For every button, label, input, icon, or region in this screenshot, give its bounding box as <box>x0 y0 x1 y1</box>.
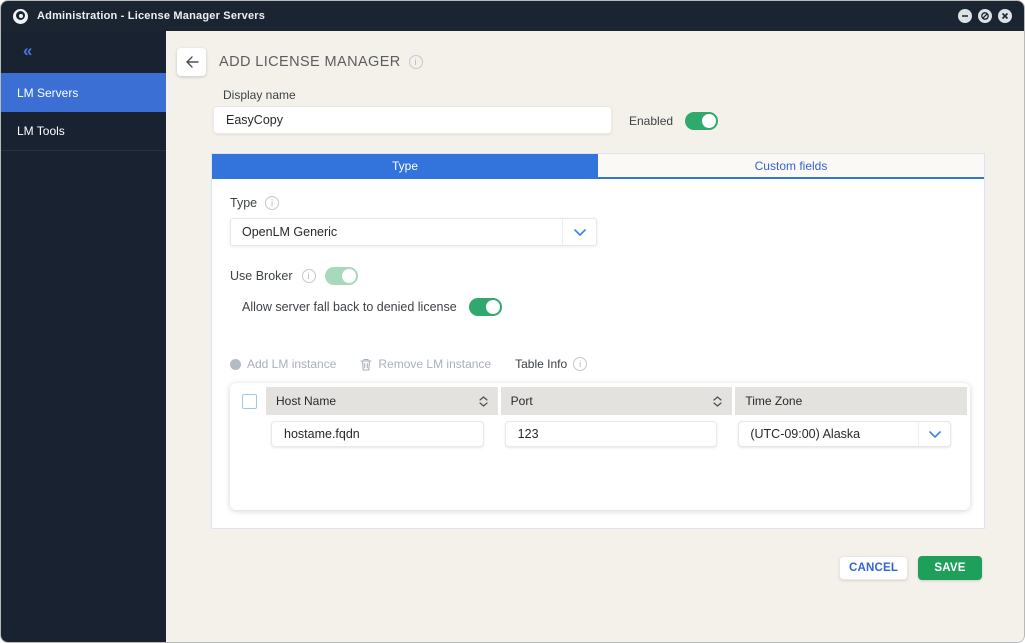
host-name-cell <box>266 421 500 447</box>
type-select[interactable]: OpenLM Generic <box>230 218 597 246</box>
toggle-knob <box>485 300 500 314</box>
window-controls <box>958 9 1012 23</box>
arrow-left-icon <box>185 56 199 68</box>
row-gutter <box>233 421 266 447</box>
close-icon[interactable] <box>998 9 1012 23</box>
info-icon[interactable] <box>408 55 423 69</box>
table-toolbar: Add LM instance Remove LM instance Table… <box>230 357 966 371</box>
enabled-label: Enabled <box>629 114 674 128</box>
sort-icon[interactable] <box>479 395 488 407</box>
display-name-input[interactable] <box>213 106 612 134</box>
maximize-icon[interactable] <box>978 9 992 23</box>
sidebar-item-lm-tools[interactable]: LM Tools <box>1 112 166 151</box>
sort-icon[interactable] <box>713 395 722 407</box>
titlebar: Administration - License Manager Servers <box>1 1 1024 31</box>
sidebar-item-lm-servers[interactable]: LM Servers <box>1 73 166 112</box>
fallback-label: Allow server fall back to denied license <box>242 300 457 314</box>
fallback-row: Allow server fall back to denied license <box>242 298 966 316</box>
time-zone-value: (UTC-09:00) Alaska <box>750 427 861 441</box>
chevron-down-icon <box>562 219 596 245</box>
back-button[interactable] <box>177 48 206 76</box>
host-name-input[interactable] <box>271 421 484 447</box>
table-info-button[interactable]: Table Info <box>515 357 588 371</box>
remove-lm-instance-button[interactable]: Remove LM instance <box>360 357 491 371</box>
info-icon[interactable] <box>265 196 280 210</box>
type-select-value: OpenLM Generic <box>242 225 338 239</box>
sidebar-item-label: LM Tools <box>17 124 65 138</box>
use-broker-toggle[interactable] <box>324 267 358 285</box>
chevron-down-icon <box>918 422 950 446</box>
column-header-time-zone[interactable]: Time Zone <box>735 387 968 415</box>
sidebar: « LM Servers LM Tools <box>1 31 166 642</box>
collapse-sidebar-icon[interactable]: « <box>1 31 166 73</box>
cancel-button[interactable]: CANCEL <box>839 556 908 580</box>
tab-type[interactable]: Type <box>212 154 598 177</box>
toggle-knob <box>702 114 716 128</box>
port-input[interactable] <box>504 421 718 447</box>
type-label: Type <box>230 196 258 210</box>
page-title: ADD LICENSE MANAGER <box>219 54 423 70</box>
window-title: Administration - License Manager Servers <box>37 10 266 22</box>
table-row: (UTC-09:00) Alaska <box>233 421 967 447</box>
lm-instances-table: Host Name Port Time Zone hostame.fqdn 12… <box>230 383 970 510</box>
app-logo-icon <box>13 8 28 24</box>
port-cell <box>500 421 734 447</box>
time-zone-select[interactable]: (UTC-09:00) Alaska <box>738 421 952 447</box>
display-name-label: Display name <box>223 88 296 102</box>
type-label-row: Type <box>230 196 966 210</box>
fallback-toggle[interactable] <box>468 298 502 316</box>
main-content: ADD LICENSE MANAGER Display name Enabled… <box>166 31 1024 642</box>
add-icon <box>230 358 241 370</box>
time-zone-cell: (UTC-09:00) Alaska <box>733 421 967 447</box>
select-all-checkbox[interactable] <box>242 393 257 409</box>
toggle-knob <box>341 269 356 283</box>
minimize-icon[interactable] <box>958 9 972 23</box>
select-all-cell <box>233 387 266 415</box>
trash-icon <box>360 358 372 371</box>
tab-panel-content: Type OpenLM Generic Use Broker <box>212 179 984 510</box>
info-icon[interactable] <box>301 269 316 283</box>
use-broker-row: Use Broker <box>230 267 966 285</box>
form-panel: Type Custom fields Type OpenLM Generic <box>211 153 985 529</box>
save-button[interactable]: SAVE <box>918 556 982 580</box>
use-broker-label: Use Broker <box>230 269 293 283</box>
info-icon <box>573 357 588 371</box>
enabled-toggle[interactable] <box>685 112 718 130</box>
table-header: Host Name Port Time Zone <box>233 387 968 415</box>
app-window: Administration - License Manager Servers… <box>0 0 1025 643</box>
tab-custom-fields[interactable]: Custom fields <box>598 154 984 177</box>
sidebar-item-label: LM Servers <box>17 85 79 100</box>
column-header-host-name[interactable]: Host Name <box>266 387 498 415</box>
tab-bar: Type Custom fields <box>212 154 984 179</box>
column-header-port[interactable]: Port <box>500 387 733 415</box>
add-lm-instance-button[interactable]: Add LM instance <box>230 357 336 371</box>
